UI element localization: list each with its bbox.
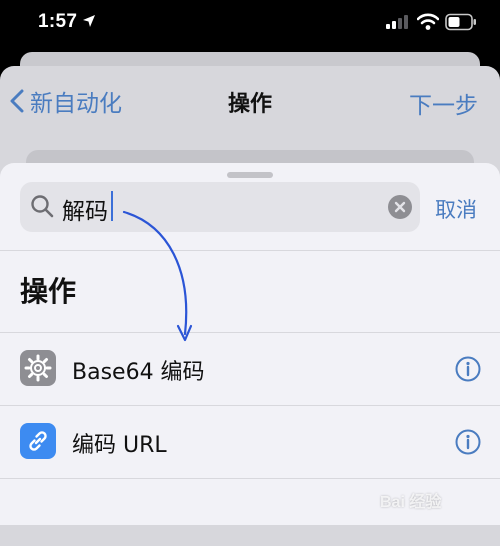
sheet-grabber[interactable] <box>227 172 273 178</box>
search-input-value: 解码 <box>62 199 108 225</box>
clear-search-button[interactable] <box>388 195 412 219</box>
cancel-button[interactable]: 取消 <box>435 194 477 224</box>
link-icon <box>29 431 47 451</box>
action-icon <box>20 350 56 386</box>
search-icon <box>31 195 54 218</box>
action-icon <box>20 423 56 459</box>
watermark: Bai 经验 <box>380 494 442 511</box>
battery-icon <box>445 13 476 31</box>
gear-icon <box>24 354 52 382</box>
status-time: 1:57 <box>38 11 78 32</box>
divider <box>0 250 500 251</box>
info-icon[interactable] <box>455 429 481 455</box>
text-caret <box>111 191 113 221</box>
action-row-base64-encode[interactable]: Base64 编码 <box>0 333 500 405</box>
section-title: 操作 <box>20 275 77 308</box>
close-icon <box>394 201 406 213</box>
cellular-signal-icon <box>386 15 408 29</box>
next-button[interactable]: 下一步 <box>409 86 478 120</box>
divider <box>0 478 500 479</box>
action-label: Base64 编码 <box>72 360 205 385</box>
wifi-icon <box>417 13 439 30</box>
action-row-encode-url[interactable]: 编码 URL <box>0 406 500 478</box>
status-bar: 1:57 <box>0 0 500 48</box>
location-arrow-icon <box>83 15 95 27</box>
info-icon[interactable] <box>455 356 481 382</box>
action-label: 编码 URL <box>72 433 167 458</box>
